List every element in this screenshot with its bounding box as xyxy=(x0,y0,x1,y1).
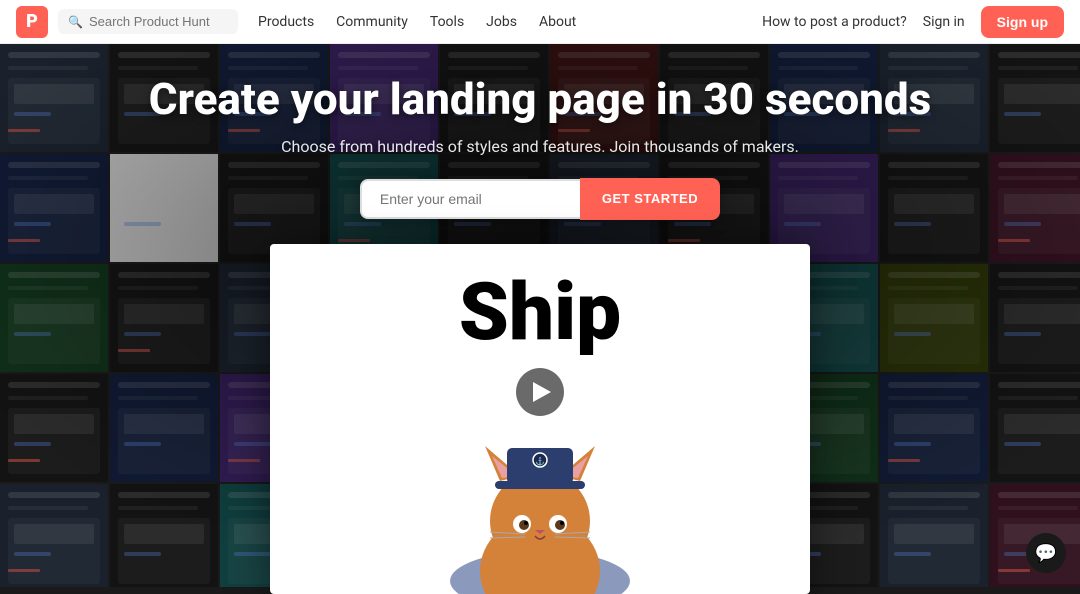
nav-links: Products Community Tools Jobs About xyxy=(258,14,762,30)
hero-title: Create your landing page in 30 seconds xyxy=(149,74,931,125)
tile xyxy=(880,264,988,372)
tile xyxy=(0,264,108,372)
chat-icon: 💬 xyxy=(1035,543,1057,564)
tile xyxy=(110,374,218,482)
play-button-area xyxy=(270,368,810,416)
search-box[interactable]: 🔍 xyxy=(58,9,238,34)
cat-svg: ⚓ xyxy=(430,426,650,594)
play-button[interactable] xyxy=(516,368,564,416)
nav-products[interactable]: Products xyxy=(258,14,314,30)
hero-content: Create your landing page in 30 seconds C… xyxy=(0,44,1080,248)
tile xyxy=(990,264,1080,372)
sign-in-link[interactable]: Sign in xyxy=(923,14,965,30)
nav-about[interactable]: About xyxy=(539,14,576,30)
search-icon: 🔍 xyxy=(68,15,83,29)
nav-right: How to post a product? Sign in Sign up xyxy=(762,6,1064,38)
search-input[interactable] xyxy=(89,14,228,29)
tile xyxy=(880,374,988,482)
video-box: Ship ⚓ xyxy=(270,244,810,594)
email-input[interactable] xyxy=(360,179,580,219)
navbar: P 🔍 Products Community Tools Jobs About … xyxy=(0,0,1080,44)
tile xyxy=(990,374,1080,482)
hero-subtitle: Choose from hundreds of styles and featu… xyxy=(281,137,799,156)
nav-tools[interactable]: Tools xyxy=(430,14,464,30)
hero-form: GET STARTED xyxy=(360,178,720,220)
get-started-button[interactable]: GET STARTED xyxy=(580,178,720,220)
tile xyxy=(110,484,218,587)
nav-community[interactable]: Community xyxy=(336,14,408,30)
nav-jobs[interactable]: Jobs xyxy=(486,14,517,30)
video-title: Ship xyxy=(270,244,810,352)
svg-text:⚓: ⚓ xyxy=(535,456,545,466)
cat-illustration: ⚓ xyxy=(270,426,810,594)
how-to-post-link[interactable]: How to post a product? xyxy=(762,14,907,30)
chat-bubble-button[interactable]: 💬 xyxy=(1026,533,1066,573)
tile xyxy=(880,484,988,587)
logo[interactable]: P xyxy=(16,6,48,38)
tile xyxy=(0,374,108,482)
tile xyxy=(0,484,108,587)
sign-up-button[interactable]: Sign up xyxy=(981,6,1064,38)
tile xyxy=(110,264,218,372)
